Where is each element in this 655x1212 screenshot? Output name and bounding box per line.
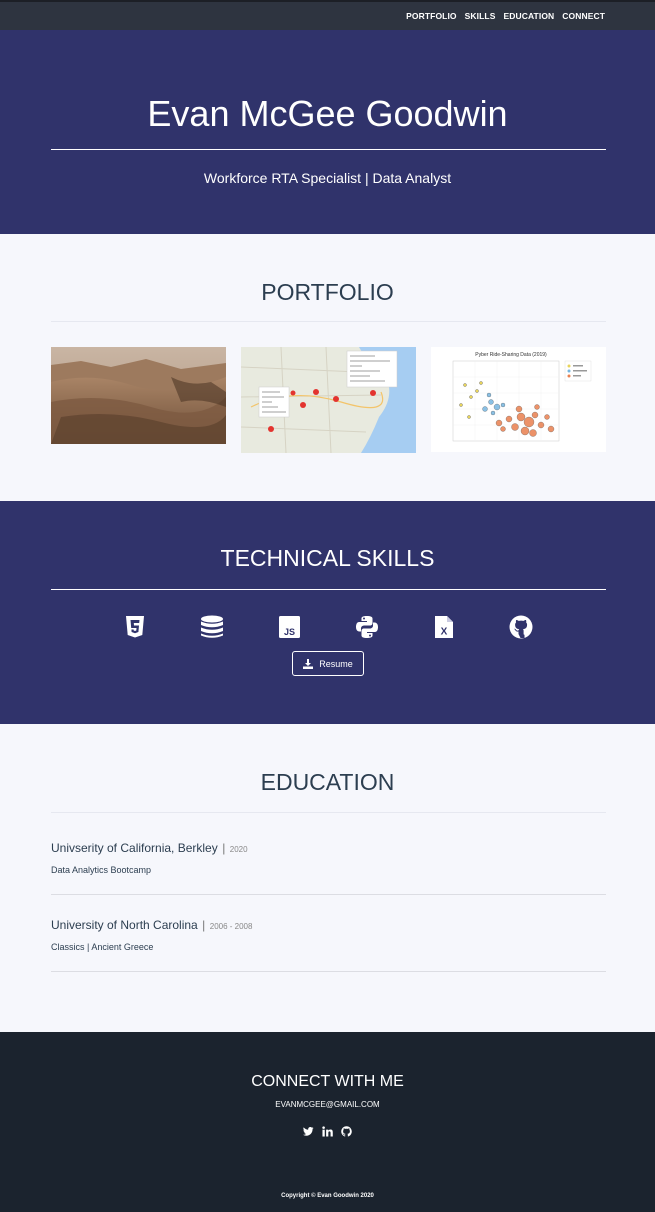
github-icon[interactable] [509,615,533,639]
hero-section: Evan McGee Goodwin Workforce RTA Special… [0,30,655,234]
education-title: EDUCATION [260,769,395,795]
copyright-text: Copyright © Evan Goodwin 2020 [281,1193,374,1199]
hero-divider [51,149,606,150]
social-links [0,1124,655,1137]
mars-landscape-image [51,347,226,444]
education-heading: University of North Carolina | 2006 - 20… [51,916,606,934]
skills-section: TECHNICAL SKILLS JS X Resume [0,501,655,724]
school-years: 2006 - 2008 [209,922,253,931]
footer-section: CONNECT WITH ME EVANMCGEE@GMAIL.COM Copy… [0,1032,655,1212]
school-separator: | [202,918,206,932]
contact-email[interactable]: EVANMCGEE@GMAIL.COM [0,1100,655,1109]
school-separator: | [222,841,226,855]
svg-text:X: X [441,627,448,638]
portfolio-thumb-map[interactable] [241,347,416,453]
python-icon [355,615,379,639]
portfolio-thumb-mars[interactable] [51,347,226,444]
school-name: University of North Carolina [51,918,198,932]
education-separator-line [51,971,606,972]
portfolio-title: PORTFOLIO [261,279,394,305]
program-name: Classics | Ancient Greece [51,942,154,952]
education-section: EDUCATION Univserity of California, Berk… [0,724,655,1032]
resume-button-label: Resume [319,658,353,669]
school-name: Univserity of California, Berkley [51,841,218,855]
skills-title: TECHNICAL SKILLS [220,545,435,571]
excel-icon: X [434,615,458,639]
javascript-icon: JS [278,615,302,639]
portfolio-section: PORTFOLIO Pyber Ride-Sharing Data (2019) [0,234,655,501]
github-icon[interactable] [341,1124,352,1137]
nav-link-portfolio[interactable]: PORTFOLIO [406,11,456,21]
hero-name: Evan McGee Goodwin [147,93,508,134]
nav-link-skills[interactable]: SKILLS [465,11,496,21]
linkedin-icon[interactable] [322,1124,333,1137]
connect-title: CONNECT WITH ME [251,1073,404,1090]
program-name: Data Analytics Bootcamp [51,865,152,875]
education-item: Univserity of California, Berkley | 2020… [51,839,606,875]
download-icon [303,658,314,669]
education-heading: Univserity of California, Berkley | 2020 [51,839,606,857]
education-item: University of North Carolina | 2006 - 20… [51,916,606,952]
svg-text:JS: JS [284,627,295,637]
bubble-chart-image: Pyber Ride-Sharing Data (2019) [431,347,606,452]
resume-download-button[interactable]: Resume [292,651,364,676]
chart-thumb-title: Pyber Ride-Sharing Data (2019) [475,352,547,358]
html5-icon [124,615,148,639]
nav-links: PORTFOLIO SKILLS EDUCATION CONNECT [406,11,605,21]
nav-link-connect[interactable]: CONNECT [562,11,605,21]
nav-link-education[interactable]: EDUCATION [503,11,554,21]
map-image [241,347,416,453]
education-divider [51,812,606,813]
school-years: 2020 [229,845,248,854]
database-icon [200,615,224,639]
top-navbar: PORTFOLIO SKILLS EDUCATION CONNECT [0,0,655,30]
portfolio-divider [51,321,606,322]
education-separator-line [51,894,606,895]
twitter-icon[interactable] [302,1124,314,1136]
hero-tagline: Workforce RTA Specialist | Data Analyst [203,170,452,186]
skills-divider [51,589,606,590]
portfolio-thumb-chart[interactable]: Pyber Ride-Sharing Data (2019) [431,347,606,452]
